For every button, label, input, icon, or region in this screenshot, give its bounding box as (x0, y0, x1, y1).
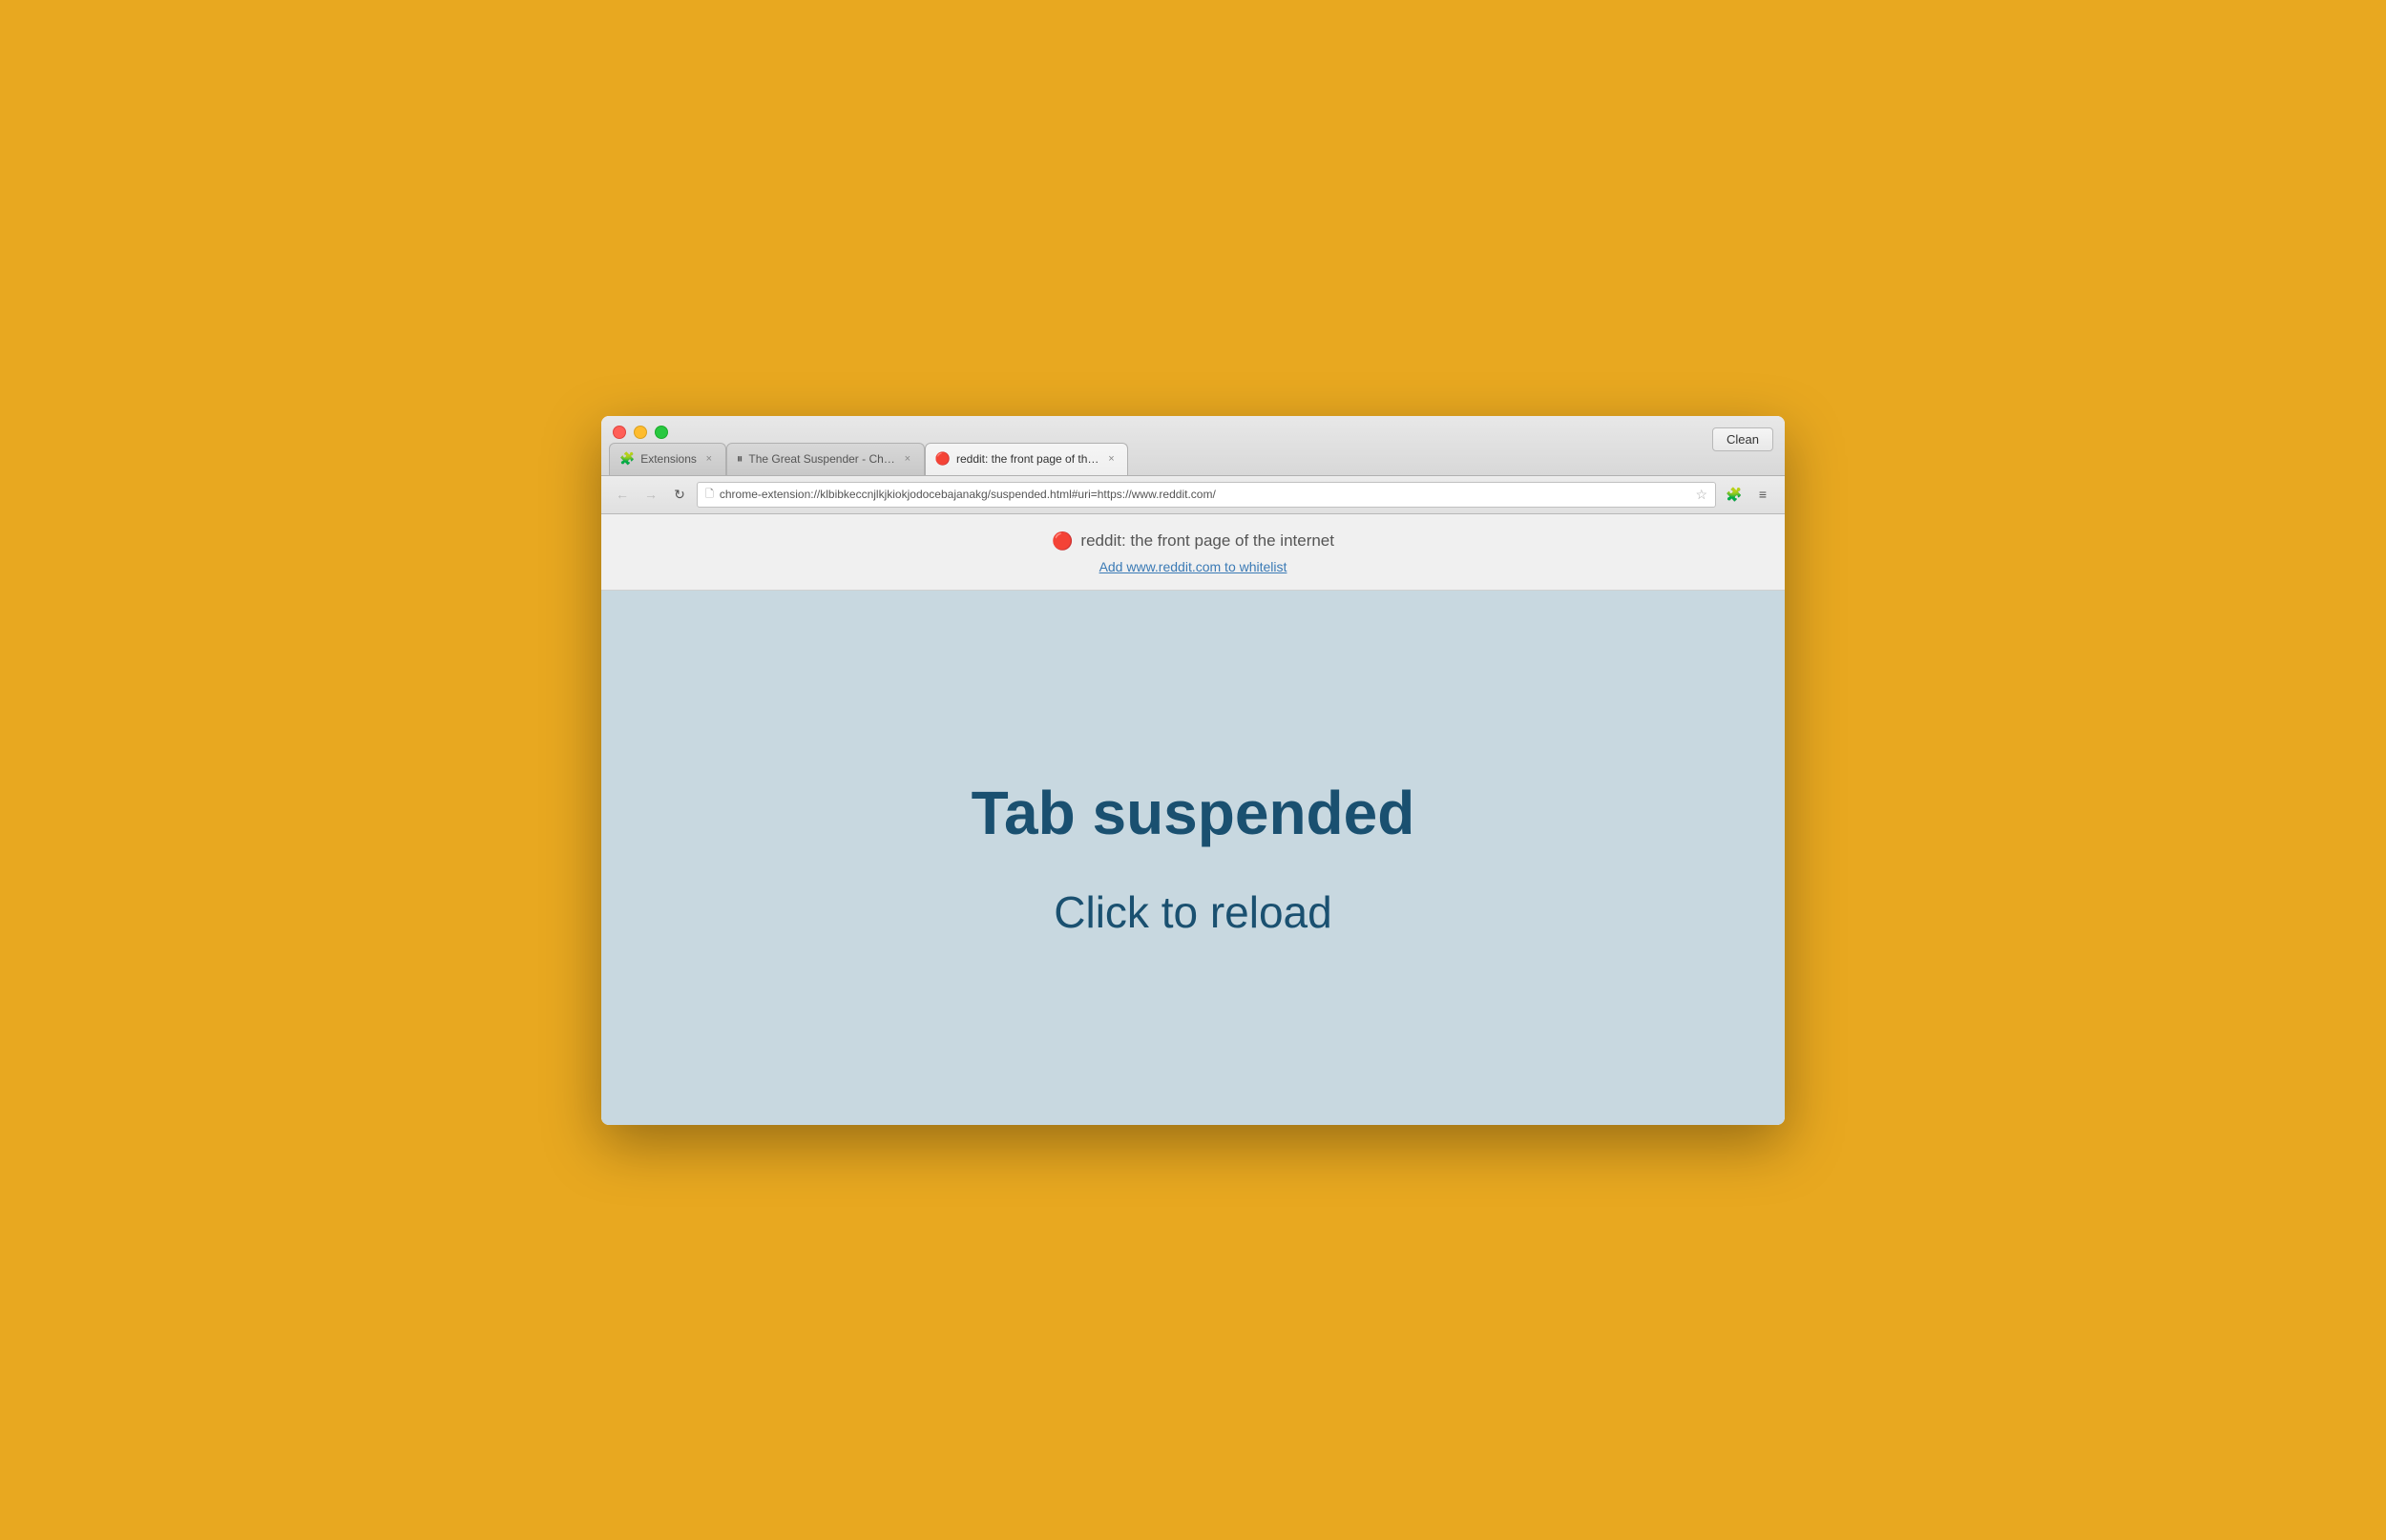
tab-reddit[interactable]: 🔴 reddit: the front page of th… × (925, 443, 1129, 475)
minimize-button[interactable] (634, 426, 647, 439)
page-site-name: reddit: the front page of the internet (1080, 531, 1334, 551)
extensions-icon: 🧩 (619, 451, 635, 467)
toolbar-right: 🧩 ≡ (1722, 482, 1775, 507)
browser-window: Clean 🧩 Extensions × ⏸ The Great Suspend… (601, 416, 1785, 1125)
address-bar-row: ← → ↻ 🗋 chrome-extension://klbibkeccnjlk… (601, 476, 1785, 514)
close-button[interactable] (613, 426, 626, 439)
whitelist-link[interactable]: Add www.reddit.com to whitelist (1099, 559, 1287, 574)
tab-great-suspender-close[interactable]: × (901, 452, 914, 466)
tab-extensions-label: Extensions (640, 452, 697, 466)
clean-button[interactable]: Clean (1712, 427, 1773, 451)
menu-button[interactable]: ≡ (1750, 482, 1775, 507)
tab-extensions[interactable]: 🧩 Extensions × (609, 443, 726, 475)
page-icon: 🗋 (705, 486, 714, 504)
reddit-tab-icon: 🔴 (935, 451, 951, 467)
url-text: chrome-extension://klbibkeccnjlkjkiokjod… (720, 488, 1690, 501)
page-content[interactable]: Tab suspended Click to reload (601, 591, 1785, 1125)
reload-button[interactable]: ↻ (668, 483, 691, 506)
tab-great-suspender[interactable]: ⏸ The Great Suspender - Ch… × (726, 443, 925, 475)
page-header: 🔴 reddit: the front page of the internet… (601, 514, 1785, 591)
tab-reddit-close[interactable]: × (1104, 452, 1118, 466)
forward-button[interactable]: → (639, 483, 662, 506)
reddit-icon: 🔴 (1052, 531, 1073, 551)
great-suspender-icon: ⏸ (737, 451, 743, 467)
page-title-row: 🔴 reddit: the front page of the internet (620, 531, 1766, 551)
traffic-lights (613, 426, 668, 439)
address-bar[interactable]: 🗋 chrome-extension://klbibkeccnjlkjkiokj… (697, 482, 1716, 508)
bookmark-icon[interactable]: ☆ (1695, 487, 1707, 503)
tab-extensions-close[interactable]: × (702, 452, 716, 466)
click-to-reload-text[interactable]: Click to reload (1054, 886, 1331, 938)
title-bar: Clean 🧩 Extensions × ⏸ The Great Suspend… (601, 416, 1785, 476)
tab-great-suspender-label: The Great Suspender - Ch… (748, 452, 894, 466)
tab-reddit-label: reddit: the front page of th… (956, 452, 1099, 466)
extensions-button[interactable]: 🧩 (1722, 482, 1747, 507)
traffic-lights-row: Clean (601, 416, 1785, 439)
tab-suspended-heading[interactable]: Tab suspended (972, 778, 1415, 848)
maximize-button[interactable] (655, 426, 668, 439)
back-button[interactable]: ← (611, 483, 634, 506)
tabs-row: 🧩 Extensions × ⏸ The Great Suspender - C… (601, 443, 1785, 475)
